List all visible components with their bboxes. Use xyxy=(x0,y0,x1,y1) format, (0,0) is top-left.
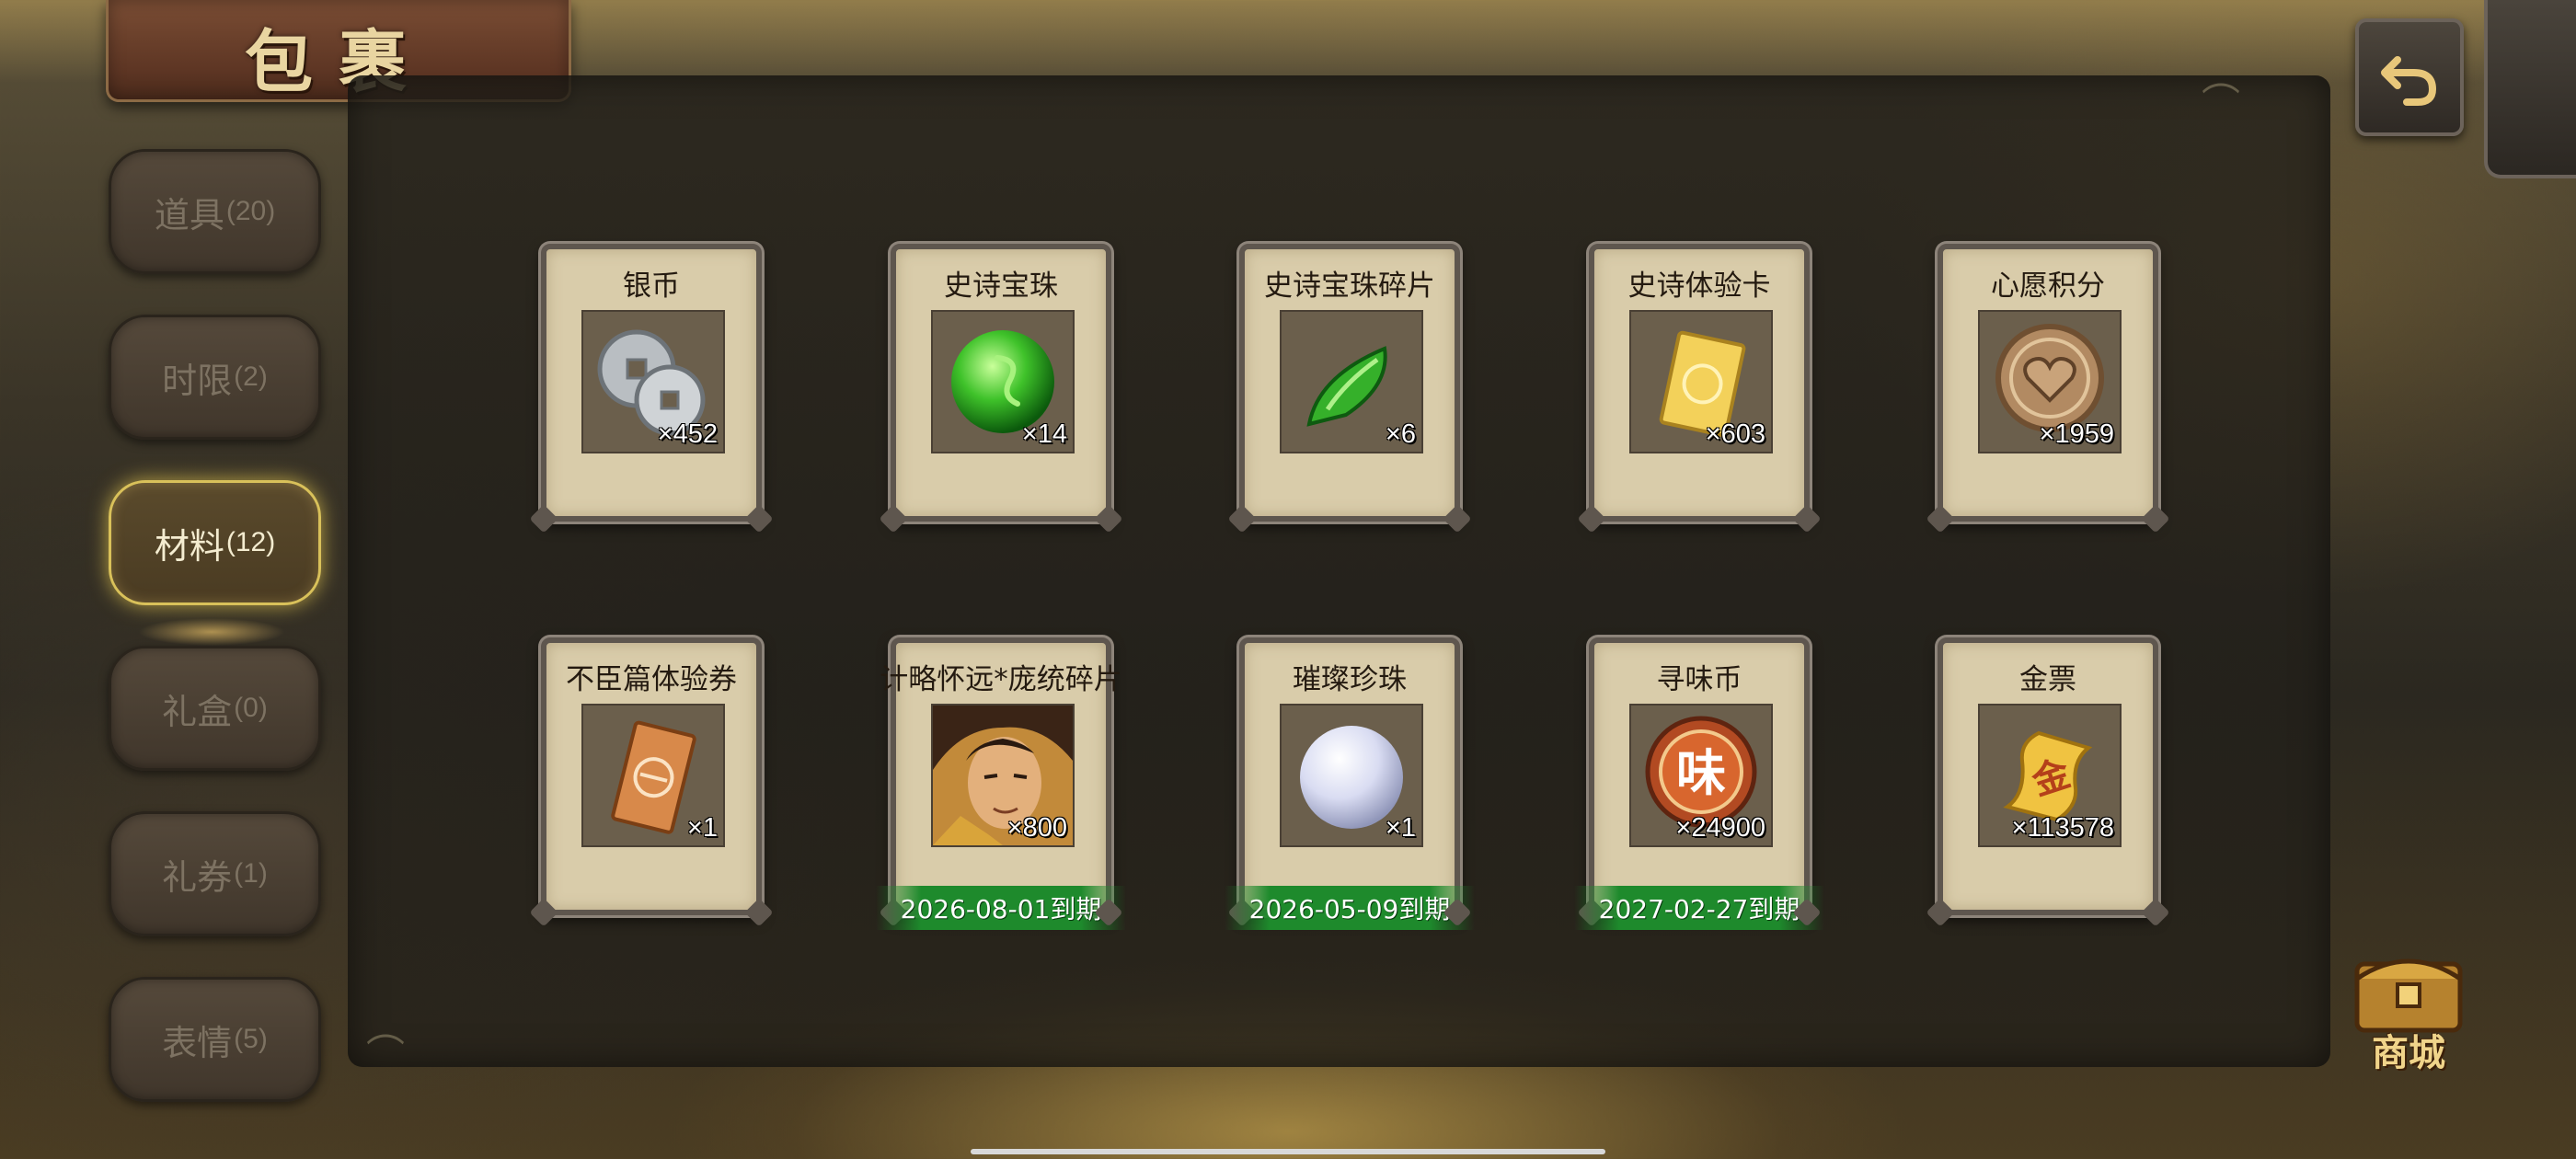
item-icon-slot: ×14 xyxy=(931,310,1075,453)
item-name: 银币 xyxy=(623,270,680,303)
home-indicator xyxy=(971,1149,1605,1154)
back-frame xyxy=(2484,0,2576,178)
tab-label: 礼券 xyxy=(162,856,233,898)
coin-character: 味 xyxy=(1676,743,1726,802)
corner-ornament: ⌒ xyxy=(2202,80,2241,125)
tab-items[interactable]: 道具 (20) xyxy=(109,149,321,274)
item-quantity: ×800 xyxy=(1006,813,1067,843)
item-quantity: ×6 xyxy=(1385,419,1416,449)
tab-count: (12) xyxy=(225,527,276,557)
item-card[interactable]: 璀璨珍珠 ×1 2026-05-09到期 xyxy=(1225,637,1475,930)
item-card[interactable]: 寻味币 味 ×24900 2027-02-27到期 xyxy=(1574,637,1824,930)
item-icon-slot: ×1959 xyxy=(1978,310,2122,453)
item-quantity: ×24900 xyxy=(1675,813,1765,843)
tab-gift-box[interactable]: 礼盒 (0) xyxy=(109,646,321,771)
item-name: 不臣篇体验券 xyxy=(566,663,737,696)
tab-count: (20) xyxy=(225,196,276,226)
item-name: 寻味币 xyxy=(1656,663,1742,696)
tab-label: 道具 xyxy=(154,194,224,235)
item-name: 心愿积分 xyxy=(1991,270,2105,303)
item-name: 璀璨珍珠 xyxy=(1293,663,1407,696)
item-icon-slot: ×452 xyxy=(581,310,725,453)
tab-count: (2) xyxy=(234,361,268,392)
item-card[interactable]: 史诗宝珠 ×14 xyxy=(891,244,1111,522)
item-icon-slot: ×800 xyxy=(931,704,1075,847)
tab-coupons[interactable]: 礼券 (1) xyxy=(109,811,321,936)
item-name: 史诗宝珠 xyxy=(944,270,1058,303)
item-icon-slot: 金 ×113578 xyxy=(1978,704,2122,847)
item-name: 金票 xyxy=(2019,663,2076,696)
item-icon-slot: ×6 xyxy=(1280,310,1423,453)
item-card[interactable]: 计略怀远*庞统碎片 ×800 2026-08-01到期 xyxy=(876,637,1126,930)
tab-label: 表情 xyxy=(162,1022,233,1063)
item-name: 史诗体验卡 xyxy=(1627,270,1771,303)
corner-ornament: ⌒ xyxy=(366,1031,406,1076)
item-quantity: ×1 xyxy=(686,813,718,843)
tab-label: 时限 xyxy=(162,360,233,401)
item-icon-slot: ×603 xyxy=(1629,310,1773,453)
shop-label: 商城 xyxy=(2372,1031,2445,1074)
tab-count: (0) xyxy=(234,693,268,723)
shop-button[interactable]: 商城 xyxy=(2344,938,2473,1076)
item-card[interactable]: 心愿积分 ×1959 xyxy=(1938,244,2158,522)
active-tab-glow xyxy=(138,618,285,646)
item-card[interactable]: 不臣篇体验券 ×1 xyxy=(541,637,762,915)
item-card[interactable]: 银币 ×452 xyxy=(541,244,762,522)
item-icon-slot: ×1 xyxy=(581,704,725,847)
item-card[interactable]: 金票 金 ×113578 xyxy=(1938,637,2158,915)
item-icon-slot: 味 ×24900 xyxy=(1629,704,1773,847)
item-card[interactable]: 史诗体验卡 ×603 xyxy=(1589,244,1810,522)
back-arrow-icon xyxy=(2381,56,2437,106)
item-quantity: ×1959 xyxy=(2039,419,2114,449)
item-quantity: ×1 xyxy=(1385,813,1416,843)
tab-limited[interactable]: 时限 (2) xyxy=(109,315,321,440)
back-button[interactable] xyxy=(2355,18,2464,136)
tab-label: 礼盒 xyxy=(162,691,233,732)
item-quantity: ×14 xyxy=(1021,419,1067,449)
tab-count: (1) xyxy=(234,858,268,889)
tab-label: 材料 xyxy=(154,525,224,567)
expiry-badge: 2026-08-01到期 xyxy=(876,886,1126,930)
tab-count: (5) xyxy=(234,1024,268,1054)
item-quantity: ×452 xyxy=(657,419,718,449)
tab-materials[interactable]: 材料 (12) xyxy=(109,480,321,605)
tab-emotes[interactable]: 表情 (5) xyxy=(109,977,321,1102)
item-card[interactable]: 史诗宝珠碎片 ×6 xyxy=(1239,244,1460,522)
item-name: 计略怀远*庞统碎片 xyxy=(880,663,1122,696)
item-quantity: ×113578 xyxy=(2011,813,2114,843)
item-quantity: ×603 xyxy=(1705,419,1765,449)
expiry-badge: 2027-02-27到期 xyxy=(1574,886,1824,930)
expiry-badge: 2026-05-09到期 xyxy=(1225,886,1475,930)
item-icon-slot: ×1 xyxy=(1280,704,1423,847)
item-name: 史诗宝珠碎片 xyxy=(1264,270,1435,303)
